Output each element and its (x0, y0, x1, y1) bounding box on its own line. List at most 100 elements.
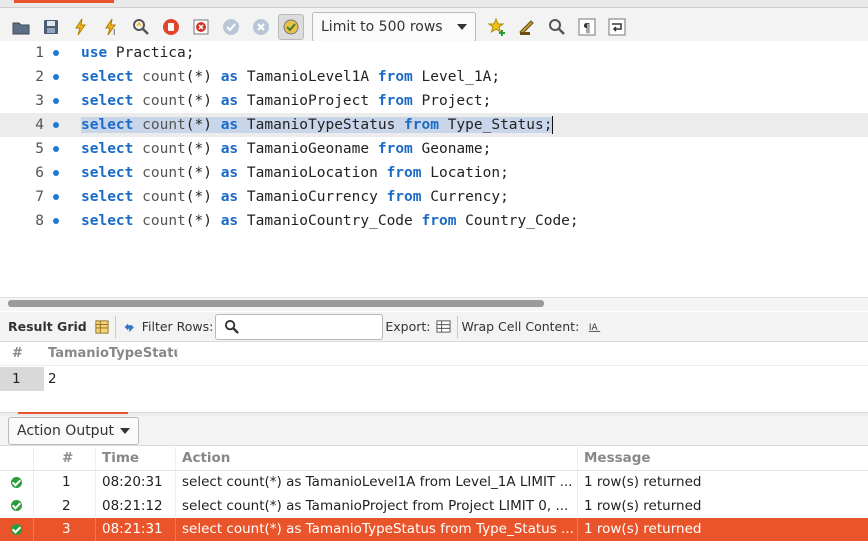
refresh-icon[interactable] (120, 318, 138, 336)
limit-rows-select[interactable]: Limit to 500 rows (312, 11, 476, 42)
result-grid: # TamanioTypeStatu 1 2 (0, 342, 868, 412)
statement-marker-icon (53, 74, 59, 80)
editor-line[interactable]: 6 select count(*) as TamanioLocation from… (0, 161, 868, 185)
statement-marker-icon (53, 98, 59, 104)
code-text: select count(*) as TamanioProject from P… (81, 93, 492, 109)
action-output-row[interactable]: 2 08:21:12 select count(*) as TamanioPro… (0, 494, 868, 518)
action-cell: select count(*) as TamanioProject from P… (176, 494, 578, 518)
editor-line[interactable]: 5 select count(*) as TamanioGeoname from … (0, 137, 868, 161)
grid-layout-icon[interactable] (93, 318, 111, 336)
line-number: 2 (35, 69, 44, 85)
autocommit-icon[interactable] (278, 13, 304, 40)
active-panel-marker (18, 412, 128, 414)
filter-rows-label: Filter Rows: (141, 319, 214, 334)
export-icon[interactable] (435, 318, 453, 336)
commit-icon[interactable] (218, 14, 244, 40)
line-number: 6 (35, 165, 44, 181)
toolbar-separator (114, 315, 116, 338)
open-folder-icon[interactable] (8, 14, 34, 40)
stop-icon[interactable] (158, 14, 184, 40)
export-label: Export: (385, 319, 431, 334)
success-check-icon (11, 523, 22, 535)
execute-icon[interactable] (68, 14, 94, 40)
action-output-row-selected[interactable]: 3 08:21:31 select count(*) as TamanioTyp… (0, 517, 868, 541)
row-number-header: # (12, 346, 23, 361)
time-column-header[interactable]: Time (96, 447, 176, 470)
message-cell: 1 row(s) returned (584, 474, 702, 491)
action-cell: select count(*) as TamanioLevel1A from L… (176, 470, 578, 494)
message-cell: 1 row(s) returned (584, 521, 702, 538)
code-text: select count(*) as TamanioTypeStatus fro… (81, 116, 554, 134)
time-cell: 08:21:31 (96, 517, 176, 541)
editor-line[interactable]: 1 use Practica; (0, 41, 868, 65)
status-cell (0, 470, 34, 494)
code-text: select count(*) as TamanioCurrency from … (81, 189, 509, 205)
statement-marker-icon (53, 50, 59, 56)
line-number: 3 (35, 93, 44, 109)
wrap-cell-content-label: Wrap Cell Content: (461, 319, 580, 334)
invisible-chars-icon[interactable]: ¶ (574, 14, 600, 40)
time-cell: 08:21:12 (96, 494, 176, 518)
action-cell: select count(*) as TamanioTypeStatus fro… (176, 517, 578, 541)
editor-line[interactable]: 8 select count(*) as TamanioCountry_Code … (0, 209, 868, 233)
result-grid-header: # TamanioTypeStatu (0, 342, 868, 366)
message-cell: 1 row(s) returned (584, 497, 702, 514)
action-output-table: # Time Action Message 1 08:20:31 select … (0, 447, 868, 541)
toolbar-separator (456, 315, 458, 338)
table-row[interactable]: 1 2 (0, 367, 868, 391)
sql-editor[interactable]: 1 use Practica; 2 select count(*) as Tamani… (0, 41, 868, 299)
bookmark-icon[interactable] (484, 14, 510, 40)
code-text: select count(*) as TamanioGeoname from G… (81, 141, 492, 157)
output-panel-header: Action Output (0, 416, 868, 446)
statement-marker-icon (53, 122, 59, 128)
action-output-dropdown[interactable]: Action Output (8, 417, 139, 445)
action-column-header[interactable]: Action (176, 447, 578, 470)
statement-marker-icon (53, 218, 59, 224)
statement-marker-icon (53, 194, 59, 200)
search-icon (222, 318, 240, 336)
wrap-cell-icon[interactable]: IA (585, 318, 603, 336)
status-column-header (0, 447, 34, 470)
explain-icon[interactable] (128, 14, 154, 40)
execute-current-icon[interactable]: I (98, 14, 124, 40)
line-number: 5 (35, 141, 44, 157)
message-column-header[interactable]: Message (578, 447, 651, 470)
line-number: 8 (35, 213, 44, 229)
editor-line[interactable]: 7 select count(*) as TamanioCurrency from… (0, 185, 868, 209)
status-cell (0, 517, 34, 541)
status-cell (0, 494, 34, 518)
action-output-row[interactable]: 1 08:20:31 select count(*) as TamanioLev… (0, 470, 868, 494)
filter-rows-input[interactable] (215, 313, 384, 340)
editor-line[interactable]: 3 select count(*) as TamanioProject from … (0, 89, 868, 113)
line-number: 4 (35, 117, 44, 133)
code-text: select count(*) as TamanioLevel1A from L… (81, 69, 501, 85)
table-cell[interactable]: 2 (44, 371, 57, 387)
result-grid-label[interactable]: Result Grid (8, 319, 87, 334)
find-icon[interactable] (544, 14, 570, 40)
rollback-icon[interactable] (248, 14, 274, 40)
save-icon[interactable] (38, 14, 64, 40)
action-output-header-row: # Time Action Message (0, 447, 868, 471)
editor-line[interactable]: 2 select count(*) as TamanioLevel1A from … (0, 65, 868, 89)
editor-tab-strip (0, 0, 868, 8)
active-tab-marker (14, 0, 114, 3)
beautify-icon[interactable] (514, 14, 540, 40)
column-header-tamaniotypestatus[interactable]: TamanioTypeStatu (44, 346, 178, 361)
line-number: 1 (35, 45, 44, 61)
editor-line[interactable]: 4 select count(*) as TamanioTypeStatus fr… (0, 113, 868, 137)
success-check-icon (11, 500, 22, 512)
code-text: select count(*) as TamanioCountry_Code f… (81, 213, 579, 229)
toggle-error-icon[interactable] (188, 14, 214, 40)
chevron-down-icon (119, 428, 130, 434)
number-column-header[interactable]: # (34, 447, 96, 470)
success-check-icon (11, 476, 22, 488)
row-number-cell: 3 (34, 517, 96, 541)
time-cell: 08:20:31 (96, 470, 176, 494)
action-output-label: Action Output (17, 423, 114, 439)
wrap-icon[interactable] (604, 14, 630, 40)
row-number-cell: 1 (34, 470, 96, 494)
line-number: 7 (35, 189, 44, 205)
scrollbar-thumb[interactable] (8, 300, 544, 307)
statement-marker-icon (53, 146, 59, 152)
row-number-cell[interactable]: 1 (0, 367, 44, 391)
